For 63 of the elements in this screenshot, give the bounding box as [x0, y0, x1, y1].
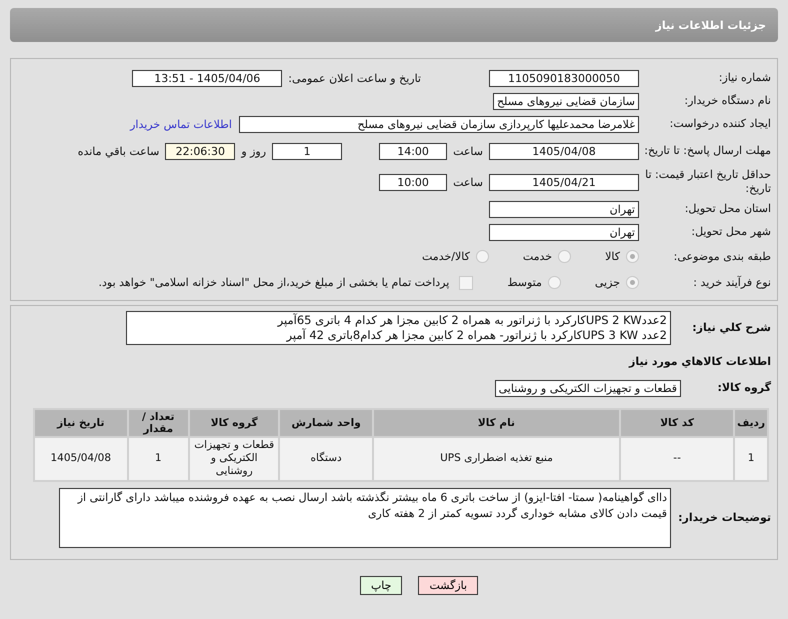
radio-button[interactable] — [558, 250, 572, 263]
table-cell: 1405/04/08 — [35, 438, 126, 480]
column-header: تاریخ نیاز — [35, 410, 126, 436]
column-header: واحد شمارش — [280, 410, 372, 436]
checkbox-label: پرداخت تمام یا بخشی از مبلغ خرید،از محل "اسناد خزانه اسلامی" خواهد بود. — [98, 276, 450, 289]
print-button[interactable]: چاپ — [360, 576, 402, 594]
deadline-time-field: 14:00 — [379, 142, 448, 160]
radio-label: خدمت — [522, 250, 552, 263]
table-cell: قطعات و تجهیزات الکتریکی و روشنایی — [190, 438, 278, 480]
field-label: تاریخ و ساعت اعلان عمومی: — [288, 72, 421, 84]
field-label: گروه کالا: — [716, 381, 771, 395]
table-cell: منبع تغذیه اضطراری UPS — [374, 438, 620, 480]
radio-label: كالا — [605, 250, 620, 263]
creator-field: غلامرضا محمدعلیها کارپردازی سازمان قضایی نیروهای مسلح — [239, 116, 639, 132]
radio-label: متوسط — [507, 276, 542, 289]
announce-date-field: 1405/04/06 - 13:51 — [132, 70, 282, 86]
field-label: طبقه بندی موضوعی: — [672, 250, 771, 264]
table-cell: دستگاه — [280, 438, 372, 480]
field-label: ایجاد کننده درخواست: — [668, 117, 771, 131]
field-label: نوع فرآیند خرید : — [692, 276, 771, 290]
column-header: تعداد / مقدار — [128, 410, 188, 436]
goods-group-field: قطعات و تجهیزات الکتریکی و روشنایی — [494, 380, 681, 396]
radio-label: كالا/خدمت — [422, 250, 470, 263]
checkbox[interactable] — [459, 276, 474, 290]
deadline-date-field: 1405/04/08 — [489, 142, 639, 160]
field-label: روز و — [241, 144, 266, 158]
column-header: رديف — [735, 410, 767, 436]
radio-button[interactable] — [476, 250, 489, 263]
field-label: شهر محل تحویل: — [690, 225, 771, 239]
table-cell: 1 — [735, 438, 767, 480]
need-number-field: 1105090183000050 — [489, 70, 639, 86]
field-label: ساعت — [453, 144, 483, 158]
validity-time-field: 10:00 — [379, 174, 448, 190]
radio-button[interactable] — [626, 276, 639, 289]
validity-date-field: 1405/04/21 — [489, 174, 639, 190]
radio-button[interactable] — [548, 276, 561, 289]
remaining-time-field: 22:06:30 — [165, 142, 236, 160]
field-label: مهلت ارسال پاسخ: تا تاریخ: — [643, 144, 771, 158]
province-field: تهران — [489, 200, 639, 218]
column-header: نام کالا — [374, 410, 620, 436]
radio-label: جزیی — [594, 276, 620, 289]
table-cell: -- — [621, 438, 734, 480]
field-label: شرح کلي نياز: — [691, 321, 771, 335]
contact-link[interactable]: اطلاعات تماس خریدار — [130, 118, 232, 130]
column-header: کد کالا — [621, 410, 734, 436]
field-label: استان محل تحویل: — [684, 202, 771, 216]
column-header: گروه کالا — [190, 410, 278, 436]
section-heading: اطلاعات كالاهاي مورد نياز — [629, 354, 771, 368]
field-label: ساعت باقي مانده — [78, 144, 160, 158]
field-label: ساعت — [453, 176, 483, 188]
page-title: جزئیات اطلاعات نیاز — [656, 18, 766, 32]
days-field: 1 — [272, 142, 342, 160]
field-label: توضیحات خریدار: — [677, 511, 771, 525]
city-field: تهران — [489, 224, 639, 240]
radio-button[interactable] — [626, 250, 639, 263]
back-button[interactable]: بازگشت — [418, 576, 478, 594]
buyer-org-field: سازمان قضایی نیروهای مسلح — [492, 92, 639, 110]
buyer-notes-field: داای گواهینامه( سمتا- افتا-ایزو) از ساخت باتری 6 ماه بیشتر نگذشته باشد ارسال نصب به عهده فروشنده میباشد دارای گارانتی از قیمت دادن کالای مشابه خوداری گردد تسویه کمتر از 2 هفته کاری — [59, 488, 671, 548]
field-label: نام دستگاه خریدار: — [683, 94, 771, 108]
field-label: حداقل تاریخ اعتبار قیمت: تا تاریخ: — [644, 168, 771, 196]
table-cell: 1 — [128, 438, 188, 480]
description-field: 2عددUPS 2 KWکارکرد با ژنراتور به همراه 2 کابین مجزا هر کدام 4 باتری 65آمپر 2عدد UPS 3 KWکارکرد با ژنراتور- همراه 2 کابین مجزا هر کدام8باتری 42 آمپر — [126, 311, 671, 345]
field-label: شماره نیاز: — [718, 71, 771, 85]
